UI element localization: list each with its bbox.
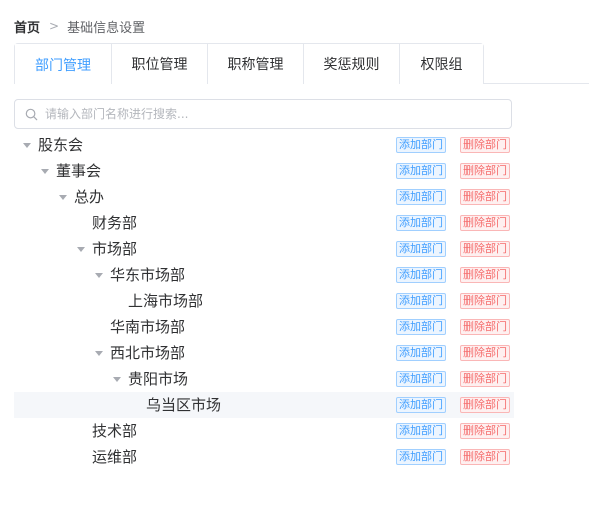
tab-department[interactable]: 部门管理 xyxy=(15,44,111,85)
caret-down-icon[interactable] xyxy=(95,273,103,278)
department-tree: 股东会 添加部门 删除部门 董事会 添加部门 删除部门 总办 添加部门 删除部门 财务部 添加部门删… xyxy=(14,132,514,470)
delete-department-button[interactable]: 删除部门 xyxy=(460,241,510,257)
tab-permission-group[interactable]: 权限组 xyxy=(399,44,483,84)
tab-bar: 部门管理 职位管理 职称管理 奖惩规则 权限组 xyxy=(14,43,589,85)
add-department-button[interactable]: 添加部门 xyxy=(396,449,446,465)
delete-department-button[interactable]: 删除部门 xyxy=(460,345,510,361)
add-department-button[interactable]: 添加部门 xyxy=(396,189,446,205)
delete-department-button[interactable]: 删除部门 xyxy=(460,215,510,231)
tree-node-label: 技术部 xyxy=(92,422,138,440)
delete-department-button[interactable]: 删除部门 xyxy=(460,267,510,283)
tree-node[interactable]: 乌当区市场 添加部门 删除部门 xyxy=(14,392,514,418)
caret-down-icon[interactable] xyxy=(77,247,85,252)
breadcrumb-current: 基础信息设置 xyxy=(67,20,146,36)
tree-node-label: 乌当区市场 xyxy=(146,396,222,414)
search-input[interactable] xyxy=(45,107,511,121)
tab-position[interactable]: 职位管理 xyxy=(111,44,207,84)
search-box xyxy=(14,99,512,129)
breadcrumb: 首页 > 基础信息设置 xyxy=(14,17,146,36)
add-department-button[interactable]: 添加部门 xyxy=(396,345,446,361)
tree-node-label: 上海市场部 xyxy=(128,292,204,310)
tree-node[interactable]: 西北市场部 添加部门 删除部门 xyxy=(14,340,514,366)
tree-node[interactable]: 华南市场部 添加部门 删除部门 xyxy=(14,314,514,340)
tree-node-label: 董事会 xyxy=(56,162,102,180)
tab-reward-punishment[interactable]: 奖惩规则 xyxy=(303,44,399,84)
delete-department-button[interactable]: 删除部门 xyxy=(460,423,510,439)
add-department-button[interactable]: 添加部门 xyxy=(396,319,446,335)
tree-node-label: 总办 xyxy=(74,188,105,206)
add-department-button[interactable]: 添加部门 xyxy=(396,241,446,257)
add-department-button[interactable]: 添加部门 xyxy=(396,423,446,439)
tree-node[interactable]: 总办 添加部门 删除部门 xyxy=(14,184,514,210)
delete-department-button[interactable]: 删除部门 xyxy=(460,293,510,309)
tree-node-label: 华东市场部 xyxy=(110,266,186,284)
tree-node-label: 财务部 xyxy=(92,214,138,232)
delete-department-button[interactable]: 删除部门 xyxy=(460,449,510,465)
delete-department-button[interactable]: 删除部门 xyxy=(460,189,510,205)
delete-department-button[interactable]: 删除部门 xyxy=(460,319,510,335)
tree-node[interactable]: 股东会 添加部门 删除部门 xyxy=(14,132,514,158)
add-department-button[interactable]: 添加部门 xyxy=(396,137,446,153)
tree-node[interactable]: 市场部 添加部门 删除部门 xyxy=(14,236,514,262)
chevron-right-icon: > xyxy=(49,19,60,33)
tree-node-label: 贵阳市场 xyxy=(128,370,189,388)
tree-node[interactable]: 运维部 添加部门 删除部门 xyxy=(14,444,514,470)
tree-node[interactable]: 贵阳市场 添加部门 删除部门 xyxy=(14,366,514,392)
tab-list: 部门管理 职位管理 职称管理 奖惩规则 权限组 xyxy=(14,43,484,85)
breadcrumb-home[interactable]: 首页 xyxy=(14,17,40,36)
caret-down-icon[interactable] xyxy=(59,195,67,200)
delete-department-button[interactable]: 删除部门 xyxy=(460,371,510,387)
caret-down-icon[interactable] xyxy=(41,169,49,174)
add-department-button[interactable]: 添加部门 xyxy=(396,215,446,231)
tree-node-label: 股东会 xyxy=(38,136,84,154)
add-department-button[interactable]: 添加部门 xyxy=(396,163,446,179)
tree-node[interactable]: 董事会 添加部门 删除部门 xyxy=(14,158,514,184)
tab-title[interactable]: 职称管理 xyxy=(207,44,303,84)
tree-node-label: 华南市场部 xyxy=(110,318,186,336)
tree-node-label: 运维部 xyxy=(92,448,138,466)
add-department-button[interactable]: 添加部门 xyxy=(396,397,446,413)
delete-department-button[interactable]: 删除部门 xyxy=(460,163,510,179)
tree-node[interactable]: 上海市场部 添加部门 删除部门 xyxy=(14,288,514,314)
tree-node-label: 西北市场部 xyxy=(110,344,186,362)
tree-node[interactable]: 华东市场部 添加部门 删除部门 xyxy=(14,262,514,288)
add-department-button[interactable]: 添加部门 xyxy=(396,371,446,387)
caret-down-icon[interactable] xyxy=(95,351,103,356)
tree-node-label: 市场部 xyxy=(92,240,138,258)
tree-node[interactable]: 财务部 添加部门 删除部门 xyxy=(14,210,514,236)
add-department-button[interactable]: 添加部门 xyxy=(396,267,446,283)
add-department-button[interactable]: 添加部门 xyxy=(396,293,446,309)
caret-down-icon[interactable] xyxy=(23,143,31,148)
search-icon xyxy=(25,108,38,120)
delete-department-button[interactable]: 删除部门 xyxy=(460,397,510,413)
tree-node[interactable]: 技术部 添加部门 删除部门 xyxy=(14,418,514,444)
caret-down-icon[interactable] xyxy=(113,377,121,382)
delete-department-button[interactable]: 删除部门 xyxy=(460,137,510,153)
